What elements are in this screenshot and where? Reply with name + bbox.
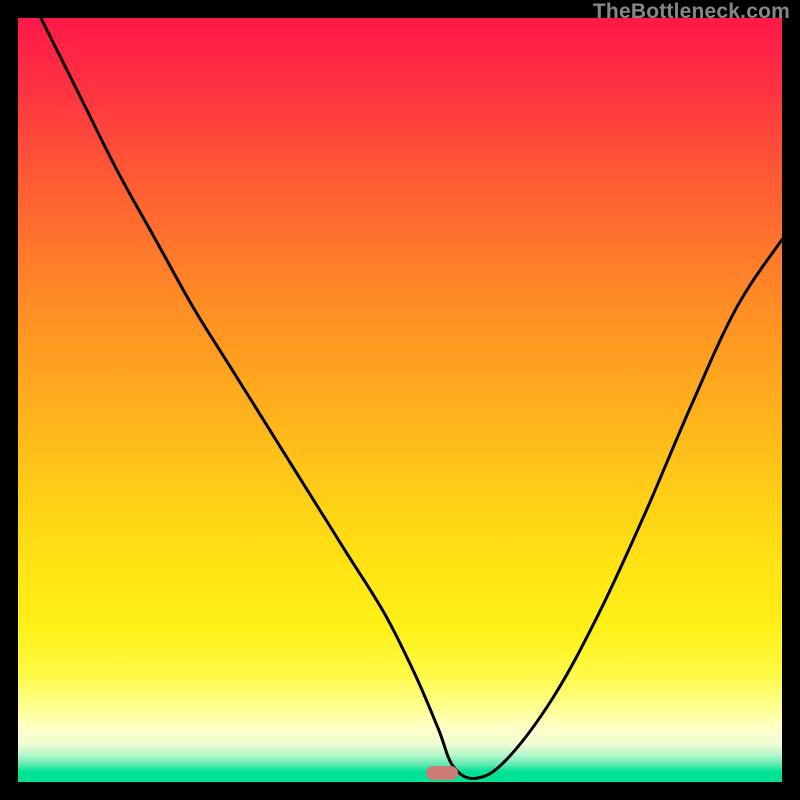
plot-area xyxy=(18,18,782,782)
bottleneck-curve xyxy=(41,18,782,778)
curve-svg xyxy=(18,18,782,782)
chart-stage: TheBottleneck.com xyxy=(0,0,800,800)
optimal-marker xyxy=(426,766,458,780)
